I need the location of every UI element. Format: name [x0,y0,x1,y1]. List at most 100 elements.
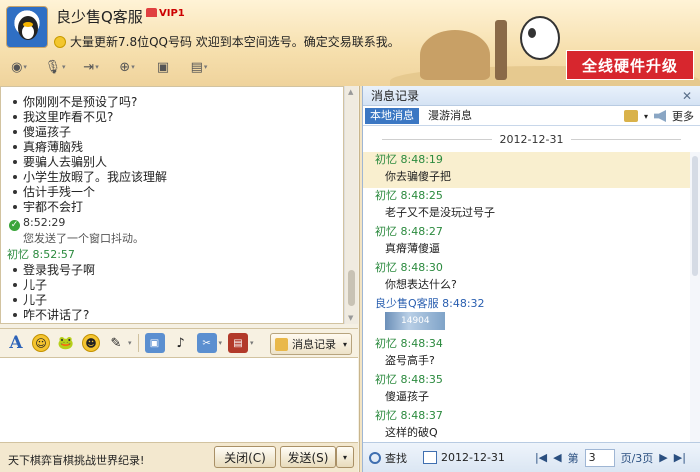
history-entry-body: 真瘠薄傻逼 [385,242,440,255]
vip-badge[interactable]: VIP1 [146,8,185,19]
image-thumbnail[interactable]: 14904 [385,312,445,330]
font-icon[interactable]: A [6,333,26,353]
gift-dropdown-icon[interactable]: ▾ [250,339,254,347]
history-entry[interactable]: 初忆 8:48:35 傻逼孩子 [363,372,700,408]
send-image-icon[interactable]: ▣ [144,333,165,353]
message-text: 小学生放暇了。我应该理解 [23,170,168,184]
ad-link[interactable]: 天下棋弈盲棋挑战世界纪录! [8,452,144,468]
page-prefix: 第 [567,451,579,465]
chat-message: 咋不讲话了? [1,308,343,323]
history-entry[interactable]: 初忆 8:48:37 这样的破Q [363,408,700,442]
history-entry-meta: 初忆 8:48:37 [375,409,443,422]
invite-icon[interactable]: ⊕ ▾ [112,57,142,77]
crown-icon [146,8,157,17]
history-entry-meta: 初忆 8:48:19 [375,153,443,166]
next-page-icon[interactable]: ▶ [659,451,667,464]
shake-window-icon[interactable]: ☻ [82,334,100,352]
message-text: 我这里咋看不见? [23,110,114,124]
bullet-icon [13,100,17,104]
history-entry[interactable]: 初忆 8:48:30 你想表达什么? [363,260,700,296]
message-text: 儿子 [23,293,48,307]
tab-local-messages[interactable]: 本地消息 [365,107,419,124]
music-icon[interactable]: ♪ [171,333,191,353]
sender-line: 初忆 8:52:57 [7,248,75,261]
history-title: 消息记录 [371,89,420,103]
messages-top: 你刚刚不是预设了吗? 我这里咋看不见? 傻逼孩子 真瘠薄脑残 要骗人去骗别人 小… [1,95,343,215]
video-call-icon[interactable]: ◉ ▾ [4,57,34,77]
search-button[interactable]: 查找 [369,450,407,466]
check-icon: ✓ [9,220,20,231]
scroll-up-icon[interactable]: ▲ [348,88,353,96]
chat-message: 傻逼孩子 [1,125,343,140]
history-entry[interactable]: 初忆 8:48:25 老子又不是没玩过号子 [363,188,700,224]
message-manager-icon[interactable] [623,110,638,122]
voice-message-icon[interactable]: ✎ [106,333,126,353]
history-tools: ▾ 更多 [623,108,694,124]
history-entry[interactable]: 良少售Q客服 8:48:32 14904 [363,296,700,336]
history-entry-meta: 初忆 8:48:34 [375,337,443,350]
speaker-icon[interactable] [654,110,666,122]
footer-date[interactable]: 2012-12-31 [441,451,505,464]
send-button[interactable]: 发送(S) [280,446,336,468]
scroll-down-icon[interactable]: ▼ [348,314,353,322]
history-scrollbar[interactable] [690,152,700,442]
scroll-thumb[interactable] [348,270,355,306]
message-area[interactable]: 你刚刚不是预设了吗? 我这里咋看不见? 傻逼孩子 真瘠薄脑残 要骗人去骗别人 小… [0,86,344,324]
message-text: 宇都不会打 [23,200,84,214]
calendar-icon[interactable] [423,451,437,464]
message-text: 你刚刚不是预设了吗? [23,95,138,109]
last-page-icon[interactable]: ▶| [674,451,686,464]
magic-face-icon[interactable]: 🐸 [56,333,76,353]
emoji-icon[interactable]: ☺ [32,334,50,352]
chat-message: 要骗人去骗别人 [1,155,343,170]
history-entry-meta: 初忆 8:48:30 [375,261,443,274]
message-scrollbar[interactable]: ▲ ▼ [344,86,358,324]
history-icon [275,337,288,351]
prev-page-icon[interactable]: ◀ [553,451,561,464]
truncated-line [91,87,343,95]
message-history-button[interactable]: 消息记录 ▾ [270,333,352,355]
penguin-belly [22,25,34,39]
history-list[interactable]: 初忆 8:48:19 你去骗傻子把 初忆 8:48:25 老子又不是没玩过号子 初忆 8… [363,152,700,442]
search-label: 查找 [385,451,407,465]
history-entry-image[interactable]: 14904 [375,312,700,336]
transfer-file-icon[interactable]: ⇥ ▾ [76,57,106,77]
history-title-bar: 消息记录 ✕ [363,86,700,106]
contact-avatar[interactable] [6,6,48,48]
message-text: 登录我号子啊 [23,263,96,277]
voice-dropdown-icon[interactable]: ▾ [128,339,132,347]
send-options-icon[interactable]: ▾ [336,446,354,468]
screenshot-icon[interactable]: ✂ [196,333,217,353]
history-scroll-thumb[interactable] [692,156,698,276]
remote-desktop-icon[interactable]: ▣ [148,57,178,77]
history-entry[interactable]: 初忆 8:48:34 盗号高手? [363,336,700,372]
mic-icon[interactable]: 🎙 ▾ [40,57,70,77]
bullet-icon [13,283,17,287]
apps-icon[interactable]: ▤ ▾ [184,57,214,77]
close-icon[interactable]: ✕ [682,86,692,106]
toolbar-divider [137,334,139,352]
gift-icon[interactable]: ▤ [228,333,249,353]
tab-roaming-messages[interactable]: 漫游消息 [423,108,477,124]
history-entry[interactable]: 初忆 8:48:19 你去骗傻子把 [363,152,700,188]
chevron-down-icon[interactable]: ▾ [644,112,648,121]
history-entry-body: 老子又不是没玩过号子 [385,206,495,219]
contact-name[interactable]: 良少售Q客服 [56,6,143,27]
history-tabs: 本地消息 漫游消息 ▾ 更多 [363,106,700,126]
page-input[interactable]: 3 [584,448,615,467]
message-text: 儿子 [23,278,48,292]
history-entry-body: 傻逼孩子 [385,390,429,403]
history-entry[interactable]: 初忆 8:48:27 真瘠薄傻逼 [363,224,700,260]
first-page-icon[interactable]: |◀ [535,451,547,464]
chat-message: 儿子 [1,278,343,293]
upgrade-banner[interactable]: 全线硬件升级 [566,50,694,80]
screenshot-dropdown-icon[interactable]: ▾ [219,339,223,347]
history-entry-body: 你去骗傻子把 [385,170,451,183]
more-link[interactable]: 更多 [672,108,694,124]
message-input[interactable] [0,358,358,442]
page-nav: |◀ ◀ 第 3 页/3页 ▶ ▶| [535,448,686,467]
close-button[interactable]: 关闭(C) [214,446,276,468]
chat-pane: 你刚刚不是预设了吗? 我这里咋看不见? 傻逼孩子 真瘠薄脑残 要骗人去骗别人 小… [0,86,360,472]
chat-message: 真瘠薄脑残 [1,140,343,155]
system-time-text: 8:52:29 [23,216,66,229]
